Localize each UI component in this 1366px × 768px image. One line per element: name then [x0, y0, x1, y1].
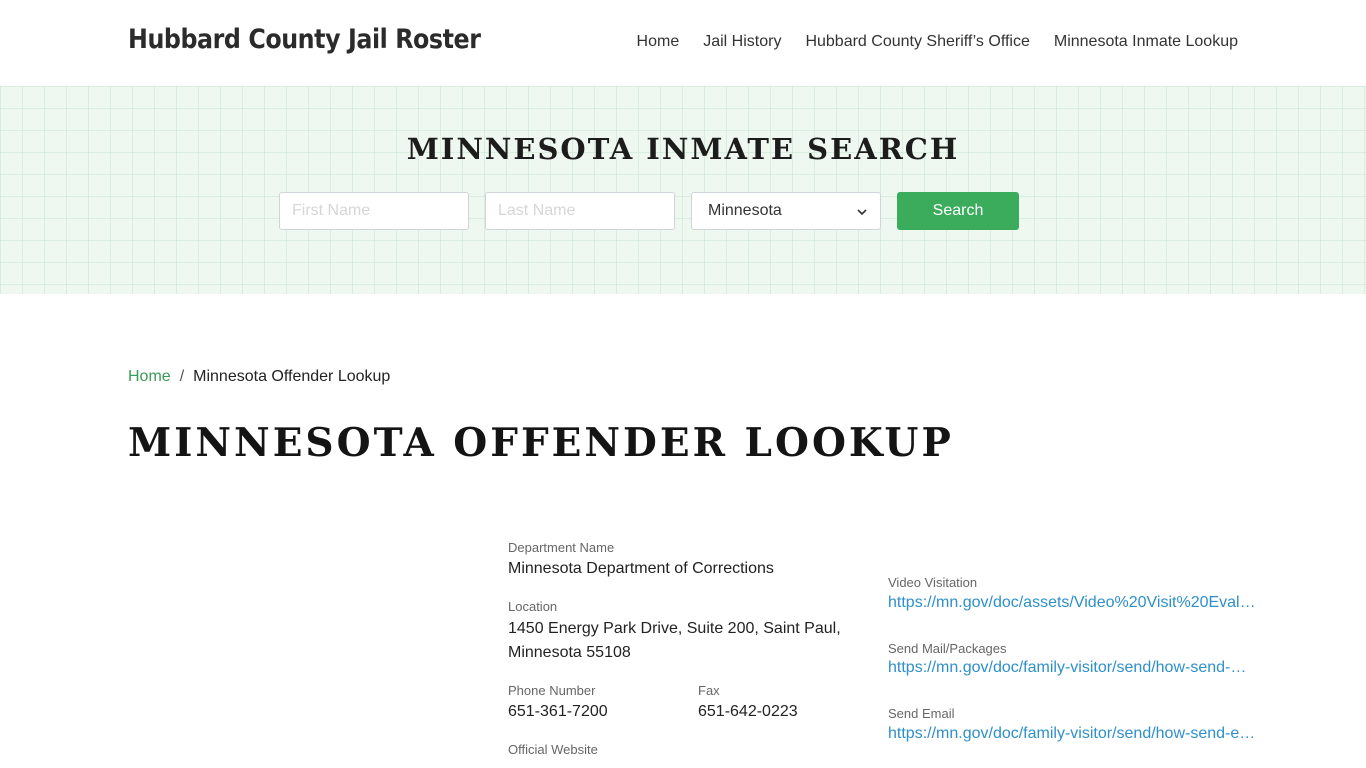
department-name-label: Department Name [508, 540, 615, 555]
site-title[interactable]: Hubbard County Jail Roster [128, 24, 481, 55]
location-line-2: Minnesota 55108 [508, 644, 631, 661]
location-label: Location [508, 599, 558, 614]
department-name-value: Minnesota Department of Corrections [508, 560, 774, 577]
search-button[interactable]: Search [897, 192, 1019, 230]
nav-jail-history[interactable]: Jail History [703, 33, 781, 51]
video-visitation-link[interactable]: https://mn.gov/doc/assets/Video%20Visit%… [888, 594, 1260, 612]
first-name-input[interactable] [292, 202, 456, 220]
first-name-field[interactable] [279, 192, 469, 230]
inmate-search-section: MINNESOTA INMATE SEARCH Minnesota Search [0, 86, 1366, 294]
page-title: MINNESOTA OFFENDER LOOKUP [128, 420, 954, 466]
nav-sheriffs-office[interactable]: Hubbard County Sheriff’s Office [805, 33, 1029, 51]
breadcrumb: Home / Minnesota Offender Lookup [128, 368, 390, 386]
fax-value: 651-642-0223 [698, 703, 798, 720]
send-email-label: Send Email [888, 706, 955, 721]
send-email-link[interactable]: https://mn.gov/doc/family-visitor/send/h… [888, 725, 1260, 743]
location-line-1: 1450 Energy Park Drive, Suite 200, Saint… [508, 620, 841, 637]
nav-home[interactable]: Home [637, 33, 680, 51]
state-select-value: Minnesota [708, 202, 782, 219]
video-visitation-label: Video Visitation [888, 575, 978, 590]
search-title: MINNESOTA INMATE SEARCH [406, 132, 960, 166]
main-nav: Home Jail History Hubbard County Sheriff… [637, 33, 1238, 51]
breadcrumb-current: Minnesota Offender Lookup [193, 368, 391, 385]
official-website-label: Official Website [508, 742, 598, 757]
site-header: Hubbard County Jail Roster Home Jail His… [0, 0, 1366, 86]
chevron-down-icon [856, 205, 868, 217]
last-name-input[interactable] [498, 202, 662, 220]
breadcrumb-home[interactable]: Home [128, 368, 171, 386]
phone-value: 651-361-7200 [508, 703, 608, 720]
nav-inmate-lookup[interactable]: Minnesota Inmate Lookup [1054, 33, 1238, 51]
fax-label: Fax [698, 683, 720, 698]
state-select[interactable]: Minnesota [691, 192, 881, 230]
send-mail-label: Send Mail/Packages [888, 641, 1007, 656]
last-name-field[interactable] [485, 192, 675, 230]
phone-label: Phone Number [508, 683, 596, 698]
breadcrumb-separator: / [179, 368, 185, 385]
send-mail-link[interactable]: https://mn.gov/doc/family-visitor/send/h… [888, 659, 1260, 677]
